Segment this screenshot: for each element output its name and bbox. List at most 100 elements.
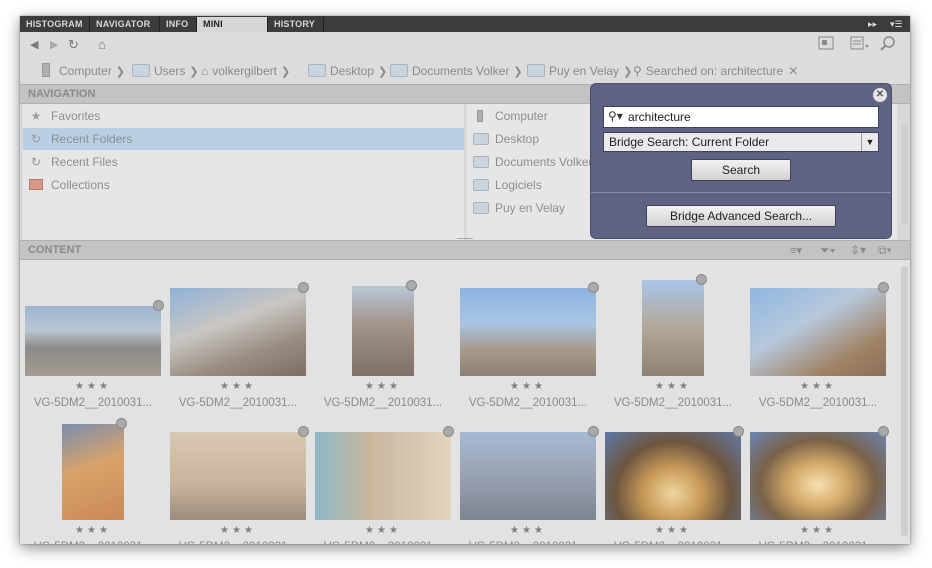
thumbnail-item[interactable]: ★★★ VG-5DM2__2010031... [170, 278, 309, 418]
star-rating[interactable]: ★★★ [170, 525, 306, 536]
file-name: VG-5DM2__2010031... [178, 397, 298, 409]
thumbnail-item[interactable]: ★★★ VG-5DM2__2010031... [605, 422, 744, 544]
star-rating[interactable]: ★★★ [315, 381, 451, 392]
search-field[interactable]: ⚲▾ [603, 106, 879, 128]
star-rating[interactable]: ★★★ [460, 525, 596, 536]
collapse-panel-icon[interactable]: ▸▸ [868, 17, 877, 31]
folder-icon [473, 179, 489, 191]
file-name: VG-5DM2__2010031... [323, 397, 443, 409]
thumbnail-item[interactable]: ★★★ VG-5DM2__2010031... [25, 418, 161, 544]
thumbnail-image[interactable] [315, 432, 451, 520]
nav-item-label: Logiciels [495, 178, 542, 192]
thumbnail-image[interactable] [352, 286, 414, 376]
view-options-icon[interactable]: ⧉▾ [878, 243, 892, 258]
star-rating[interactable]: ★★★ [25, 381, 161, 392]
thumbnail-item[interactable]: ★★★ VG-5DM2__2010031... [750, 422, 889, 544]
nav-item-label: Collections [51, 178, 110, 192]
thumbnail-item[interactable]: ★★★ VG-5DM2__2010031... [460, 278, 599, 418]
panel-view-icon[interactable] [850, 36, 870, 54]
search-scope-dropdown[interactable]: Bridge Search: Current Folder ▼ [603, 132, 879, 152]
breadcrumb-label: Puy en Velay [549, 64, 620, 78]
status-badge-icon [298, 282, 309, 293]
status-badge-icon [443, 426, 454, 437]
advanced-search-button[interactable]: Bridge Advanced Search... [646, 205, 836, 227]
nav-item-collections[interactable]: Collections [23, 174, 464, 196]
breadcrumb-label: Searched on: architecture [645, 64, 784, 78]
folder-icon [390, 64, 408, 77]
search-icon[interactable] [880, 36, 896, 54]
nav-item-recent-files[interactable]: ↻ Recent Files [23, 151, 464, 173]
recent-folders-icon: ↻ [30, 132, 42, 146]
breadcrumb: Computer ❯ Users ❯ ⌂ volkergilbert ❯ Desktop… [20, 58, 910, 84]
search-input[interactable] [628, 109, 868, 125]
thumbnail-item[interactable]: ★★★ VG-5DM2__2010031... [750, 278, 889, 418]
star-rating[interactable]: ★★★ [460, 381, 596, 392]
tab-navigator[interactable]: NAVIGATOR [90, 17, 160, 32]
nav-item-label: Desktop [495, 132, 540, 146]
clear-search-icon[interactable]: ✕ [788, 64, 798, 78]
content-title: CONTENT [28, 244, 82, 256]
thumbnail-item[interactable]: ★★★ VG-5DM2__2010031... [25, 278, 164, 418]
thumbnail-image[interactable] [170, 432, 306, 520]
star-rating[interactable]: ★★★ [605, 525, 741, 536]
back-arrow-icon[interactable]: ◀ [30, 36, 38, 54]
thumbnail-image[interactable] [750, 432, 886, 520]
nav-item-label: Puy en Velay [495, 201, 566, 215]
file-name: VG-5DM2__2010031... [25, 541, 161, 544]
thumbnail-image[interactable] [605, 432, 741, 520]
status-badge-icon [298, 426, 309, 437]
thumbnail-image[interactable] [460, 432, 596, 520]
breadcrumb-users[interactable]: Users ❯ [132, 63, 199, 79]
path-view-icon[interactable] [818, 36, 834, 54]
status-badge-icon [878, 426, 889, 437]
sort-icon[interactable]: ≡▾ [790, 244, 802, 257]
thumbnail-item[interactable]: ★★★ VG-5DM2__2010031... [170, 422, 309, 544]
status-badge-icon [406, 280, 417, 291]
thumbnail-image[interactable] [25, 306, 161, 376]
file-name: VG-5DM2__2010031... [758, 397, 878, 409]
breadcrumb-user[interactable]: ⌂ volkergilbert ❯ [201, 63, 290, 79]
thumbnail-item[interactable]: ★★★ VG-5DM2__2010031... [460, 422, 599, 544]
breadcrumb-desktop[interactable]: Desktop ❯ [308, 63, 387, 79]
tab-histogram[interactable]: HISTOGRAM [20, 17, 90, 32]
star-rating[interactable]: ★★★ [170, 381, 306, 392]
thumbnail-image[interactable] [170, 288, 306, 376]
breadcrumb-label: Documents Volker [412, 64, 510, 78]
recent-folders-icon[interactable]: ↻ [68, 36, 79, 54]
nav-item-favorites[interactable]: ★ Favorites [23, 105, 464, 127]
computer-icon [42, 63, 50, 77]
star-rating[interactable]: ★★★ [750, 525, 886, 536]
tab-info[interactable]: INFO [160, 17, 197, 32]
content-scrollbar[interactable] [901, 266, 908, 536]
thumbnail-item[interactable]: ★★★ VG-5DM2__2010031... [315, 278, 451, 418]
breadcrumb-folder[interactable]: Puy en Velay ❯ [527, 63, 632, 79]
filter-icon[interactable]: ⏷▾ [820, 243, 835, 258]
star-rating[interactable]: ★★★ [750, 381, 886, 392]
thumbnail-item[interactable]: ★★★ VG-5DM2__2010031... [315, 422, 454, 544]
search-button[interactable]: Search [691, 159, 791, 181]
tab-history[interactable]: HISTORY [268, 17, 324, 32]
thumbnail-item[interactable]: ★★★ VG-5DM2__2010031... [605, 274, 741, 418]
star-rating[interactable]: ★★★ [605, 381, 741, 392]
navigation-scrollbar[interactable] [901, 124, 908, 224]
star-rating[interactable]: ★★★ [25, 525, 161, 536]
tools-icon[interactable]: ⇕▾ [850, 243, 866, 257]
nav-item-recent-folders[interactable]: ↻ Recent Folders [23, 128, 464, 150]
home-icon[interactable]: ⌂ [98, 36, 106, 54]
forward-arrow-icon[interactable]: ▶ [50, 36, 58, 54]
panel-menu-icon[interactable]: ▾☰ [890, 17, 903, 31]
breadcrumb-search[interactable]: ⚲ Searched on: architecture ✕ [633, 63, 798, 79]
breadcrumb-documents[interactable]: Documents Volker ❯ [390, 63, 523, 79]
breadcrumb-computer[interactable]: Computer ❯ [42, 63, 125, 79]
search-options-icon[interactable]: ⚲▾ [608, 109, 623, 123]
file-name: VG-5DM2__2010031... [750, 541, 886, 544]
tab-mini-bridge[interactable]: MINI BRIDGE [197, 17, 268, 44]
file-name: VG-5DM2__2010031... [605, 541, 741, 544]
star-rating[interactable]: ★★★ [315, 525, 451, 536]
thumbnail-image[interactable] [62, 424, 124, 520]
close-icon[interactable]: ✕ [873, 88, 887, 102]
thumbnail-image[interactable] [642, 280, 704, 376]
thumbnail-image[interactable] [750, 288, 886, 376]
breadcrumb-label: Computer [59, 64, 112, 78]
thumbnail-image[interactable] [460, 288, 596, 376]
